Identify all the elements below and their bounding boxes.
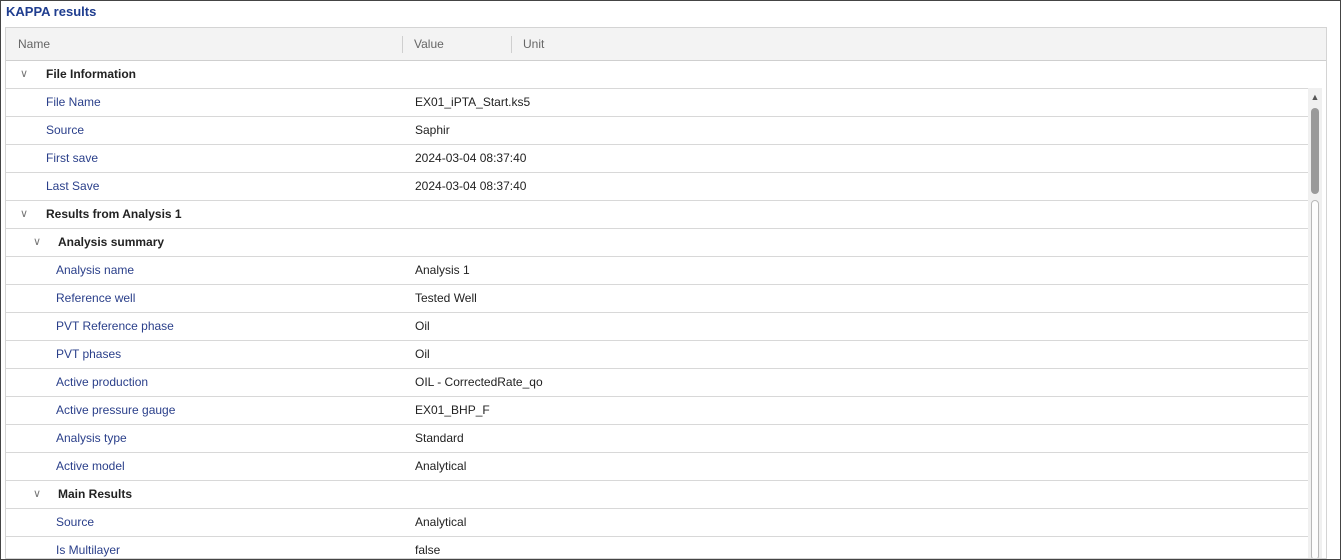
row-name: Active model xyxy=(56,459,125,473)
row-name: Is Multilayer xyxy=(56,543,121,557)
chevron-down-icon[interactable]: ∨ xyxy=(20,201,28,228)
column-divider[interactable] xyxy=(511,36,512,53)
row-value: EX01_iPTA_Start.ks5 xyxy=(415,95,531,109)
row-value: Oil xyxy=(415,347,430,361)
column-header-unit[interactable]: Unit xyxy=(523,28,544,60)
tree-group-row[interactable]: ∨ Results from Analysis 1 xyxy=(6,201,1308,229)
arrow-up-icon[interactable]: ▲ xyxy=(1308,90,1322,104)
tree-row[interactable]: Active model Analytical xyxy=(6,453,1308,481)
tree-row[interactable]: Source Saphir xyxy=(6,117,1308,145)
tree-row[interactable]: Active pressure gauge EX01_BHP_F xyxy=(6,397,1308,425)
chevron-down-icon[interactable]: ∨ xyxy=(20,61,28,88)
tree-row[interactable]: PVT phases Oil xyxy=(6,341,1308,369)
row-value: Standard xyxy=(415,431,464,445)
row-name: Main Results xyxy=(58,487,133,501)
row-value: Analytical xyxy=(415,515,467,529)
scrollbar-track[interactable] xyxy=(1311,200,1319,558)
tree-row[interactable]: Analysis name Analysis 1 xyxy=(6,257,1308,285)
row-name: Source xyxy=(56,515,95,529)
column-divider[interactable] xyxy=(402,36,403,53)
row-name: Reference well xyxy=(56,291,136,305)
row-value: Oil xyxy=(415,319,430,333)
tree-row[interactable]: First save 2024-03-04 08:37:40 xyxy=(6,145,1308,173)
row-value: Analytical xyxy=(415,459,467,473)
tree-row[interactable]: Is Multilayer false xyxy=(6,537,1308,558)
tree-row[interactable]: PVT Reference phase Oil xyxy=(6,313,1308,341)
tree-row[interactable]: Analysis type Standard xyxy=(6,425,1308,453)
vertical-scrollbar[interactable]: ▲ ▼ xyxy=(1308,88,1322,558)
row-name: Results from Analysis 1 xyxy=(46,207,182,221)
row-name: Last Save xyxy=(46,179,100,193)
column-header-value[interactable]: Value xyxy=(414,28,444,60)
row-value: Analysis 1 xyxy=(415,263,470,277)
row-name: Active pressure gauge xyxy=(56,403,176,417)
tree-group-row[interactable]: ∨ Analysis summary xyxy=(6,229,1308,257)
row-value: false xyxy=(415,543,441,557)
scrollbar-thumb[interactable] xyxy=(1311,108,1319,194)
tree-group-row[interactable]: ∨ File Information xyxy=(6,61,1308,89)
tree-row[interactable]: File Name EX01_iPTA_Start.ks5 xyxy=(6,89,1308,117)
column-header-name[interactable]: Name xyxy=(18,28,50,60)
row-value: 2024-03-04 08:37:40 xyxy=(415,179,527,193)
tree-row[interactable]: Active production OIL - CorrectedRate_qo xyxy=(6,369,1308,397)
row-value: OIL - CorrectedRate_qo xyxy=(415,375,543,389)
chevron-down-icon[interactable]: ∨ xyxy=(33,481,41,508)
row-name: PVT phases xyxy=(56,347,122,361)
row-name: Analysis summary xyxy=(58,235,165,249)
row-name: Analysis type xyxy=(56,431,127,445)
grid-header: Name Value Unit xyxy=(6,28,1326,61)
tree-rows: ∨ File Information File Name EX01_iPTA_Star… xyxy=(6,61,1308,558)
tree-row[interactable]: Source Analytical xyxy=(6,509,1308,537)
row-value: EX01_BHP_F xyxy=(415,403,490,417)
row-name: Analysis name xyxy=(56,263,135,277)
panel-title: KAPPA results xyxy=(6,4,97,19)
chevron-down-icon[interactable]: ∨ xyxy=(33,229,41,256)
row-value: Tested Well xyxy=(415,291,477,305)
row-value: Saphir xyxy=(415,123,450,137)
row-name: File Name xyxy=(46,95,101,109)
row-name: PVT Reference phase xyxy=(56,319,174,333)
tree-group-row[interactable]: ∨ Main Results xyxy=(6,481,1308,509)
tree-row[interactable]: Reference well Tested Well xyxy=(6,285,1308,313)
tree-row[interactable]: Last Save 2024-03-04 08:37:40 xyxy=(6,173,1308,201)
results-tree-grid: Name Value Unit ∨ File Information File Na… xyxy=(5,27,1327,559)
results-window: KAPPA results Name Value Unit ∨ File Info… xyxy=(0,0,1341,560)
row-name: File Information xyxy=(46,67,136,81)
row-name: First save xyxy=(46,151,99,165)
row-name: Active production xyxy=(56,375,149,389)
row-value: 2024-03-04 08:37:40 xyxy=(415,151,527,165)
row-name: Source xyxy=(46,123,85,137)
